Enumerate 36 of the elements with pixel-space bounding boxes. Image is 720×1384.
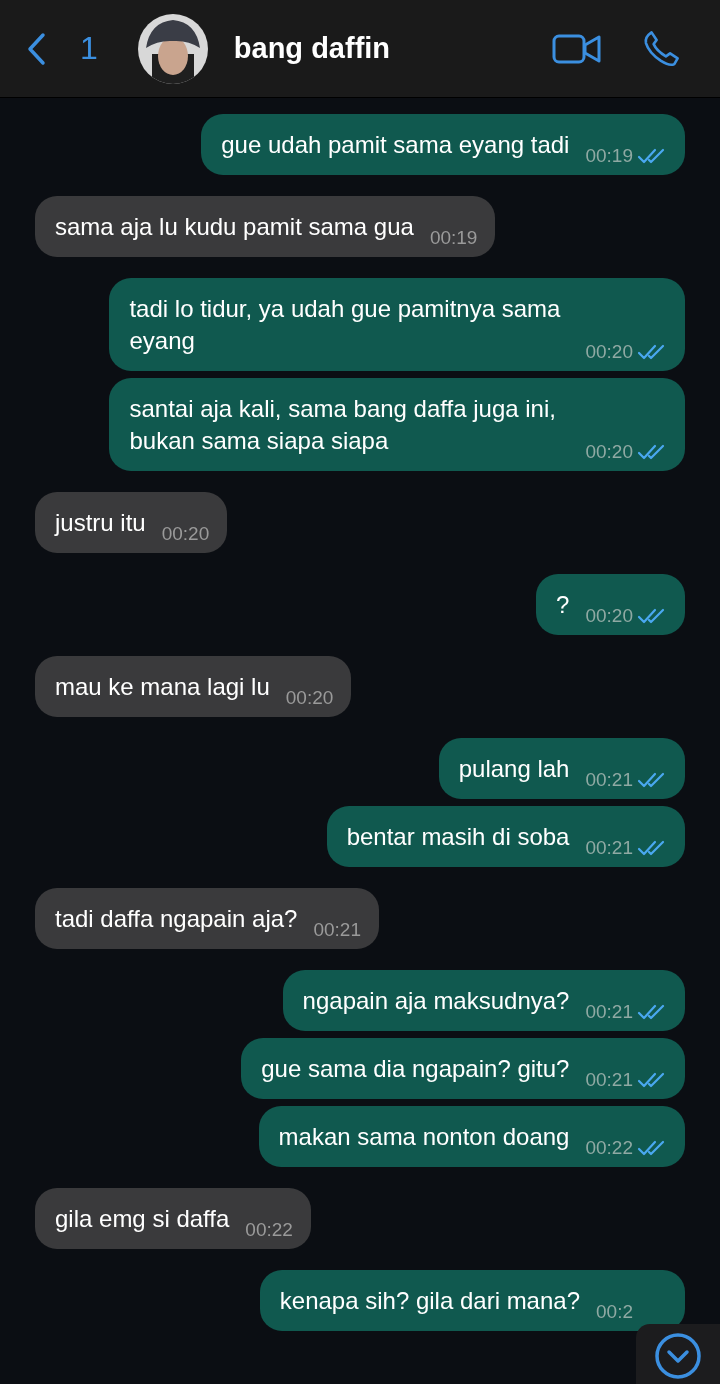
message-text: kenapa sih? gila dari mana? xyxy=(279,1286,580,1316)
message-time: 00:21 xyxy=(585,1001,633,1023)
message-text: gue udah pamit sama eyang tadi xyxy=(221,130,570,160)
scroll-down-button[interactable] xyxy=(636,1324,720,1384)
chevron-down-circle-icon xyxy=(654,1332,702,1380)
back-button[interactable]: 1 xyxy=(26,30,98,67)
message-time: 00:21 xyxy=(313,919,361,941)
message-time: 00:20 xyxy=(285,687,334,709)
message-time: 00:21 xyxy=(585,1069,633,1091)
message-time: 00:19 xyxy=(585,145,633,167)
message-time: 00:22 xyxy=(585,1137,633,1159)
message-text: santai aja kali, sama bang daffa juga ini, bukan sama siapa siapa xyxy=(129,394,557,456)
message-time: 00:22 xyxy=(245,1219,293,1241)
message-time: 00:20 xyxy=(585,605,633,627)
message-text: ngapain aja maksudnya? xyxy=(302,986,570,1016)
message-text: sama aja lu kudu pamit sama gua xyxy=(55,212,414,242)
contact-name[interactable]: bang daffin xyxy=(233,32,391,65)
message-time: 00:21 xyxy=(585,837,633,859)
message-time: 00:20 xyxy=(161,523,210,545)
message-text: tadi lo tidur, ya udah gue pamitnya sama eyang xyxy=(129,294,562,356)
message-time: 00:20 xyxy=(585,341,633,363)
message-text: mau ke mana lagi lu xyxy=(55,672,270,702)
message-text: justru itu xyxy=(55,508,146,538)
message-text: bentar masih di soba xyxy=(346,822,570,852)
message-time: 00:2 xyxy=(596,1301,633,1323)
message-time: 00:20 xyxy=(585,441,633,463)
message-text: tadi daffa ngapain aja? xyxy=(55,904,298,934)
message-text: makan sama nonton doang xyxy=(278,1122,570,1152)
chevron-left-icon xyxy=(26,31,46,66)
message-time: 00:21 xyxy=(585,769,633,791)
message-text: gue sama dia ngapain? gitu? xyxy=(261,1054,570,1084)
message-time: 00:19 xyxy=(429,227,478,249)
video-call-icon[interactable] xyxy=(552,32,602,65)
message-text: pulang lah xyxy=(458,754,570,784)
message-text: ? xyxy=(556,590,570,620)
message-text: gila emg si daffa xyxy=(55,1204,230,1234)
